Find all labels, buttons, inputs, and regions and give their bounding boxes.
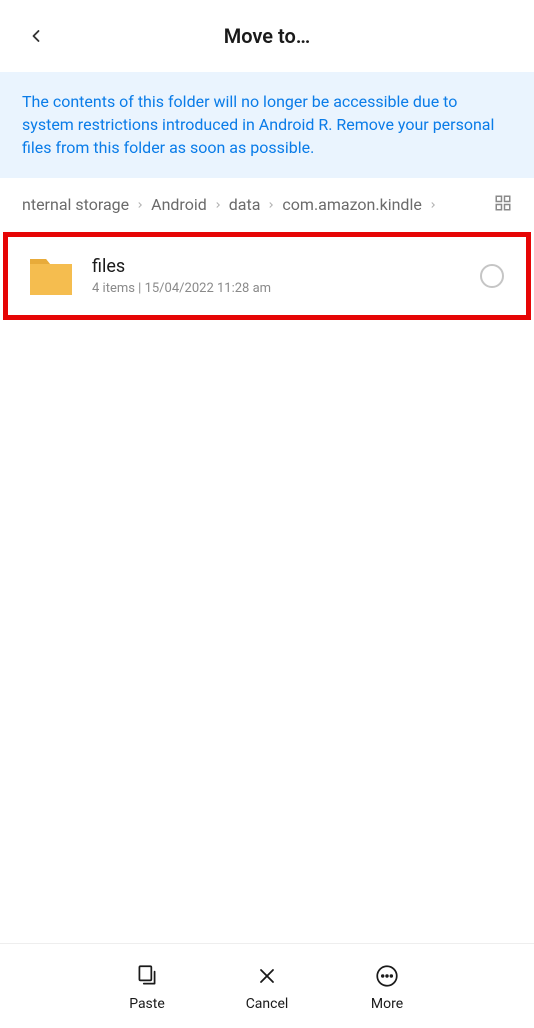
grid-view-toggle[interactable] <box>494 194 512 216</box>
paste-button[interactable]: Paste <box>117 962 177 1012</box>
chevron-right-icon <box>135 200 145 210</box>
breadcrumb: nternal storage Android data com.amazon.… <box>0 178 534 232</box>
chevron-left-icon <box>26 26 46 46</box>
breadcrumb-item-internal-storage[interactable]: nternal storage <box>22 195 129 214</box>
chevron-right-icon <box>428 200 438 210</box>
cancel-button[interactable]: Cancel <box>237 962 297 1012</box>
breadcrumb-item-data[interactable]: data <box>229 195 261 214</box>
close-icon <box>255 964 279 988</box>
more-icon <box>374 963 400 989</box>
breadcrumb-item-kindle[interactable]: com.amazon.kindle <box>282 195 421 214</box>
back-button[interactable] <box>16 16 56 56</box>
folder-info: files 4 items | 15/04/2022 11:28 am <box>92 256 464 296</box>
select-radio[interactable] <box>480 264 504 288</box>
highlighted-row: files 4 items | 15/04/2022 11:28 am <box>3 232 531 320</box>
more-label: More <box>371 996 403 1012</box>
breadcrumb-item-android[interactable]: Android <box>151 195 207 214</box>
header: Move to… <box>0 0 534 72</box>
bottom-bar: Paste Cancel More <box>0 943 534 1028</box>
folder-name: files <box>92 256 464 277</box>
more-button[interactable]: More <box>357 962 417 1012</box>
cancel-label: Cancel <box>246 996 289 1012</box>
paste-label: Paste <box>129 996 165 1012</box>
folder-row[interactable]: files 4 items | 15/04/2022 11:28 am <box>8 237 526 315</box>
folder-icon <box>26 251 76 301</box>
folder-meta: 4 items | 15/04/2022 11:28 am <box>92 281 464 296</box>
chevron-right-icon <box>266 200 276 210</box>
grid-icon <box>494 194 512 212</box>
paste-icon <box>134 963 160 989</box>
content-spacer <box>0 320 534 943</box>
page-title: Move to… <box>224 24 311 48</box>
chevron-right-icon <box>213 200 223 210</box>
warning-banner: The contents of this folder will no long… <box>0 72 534 178</box>
